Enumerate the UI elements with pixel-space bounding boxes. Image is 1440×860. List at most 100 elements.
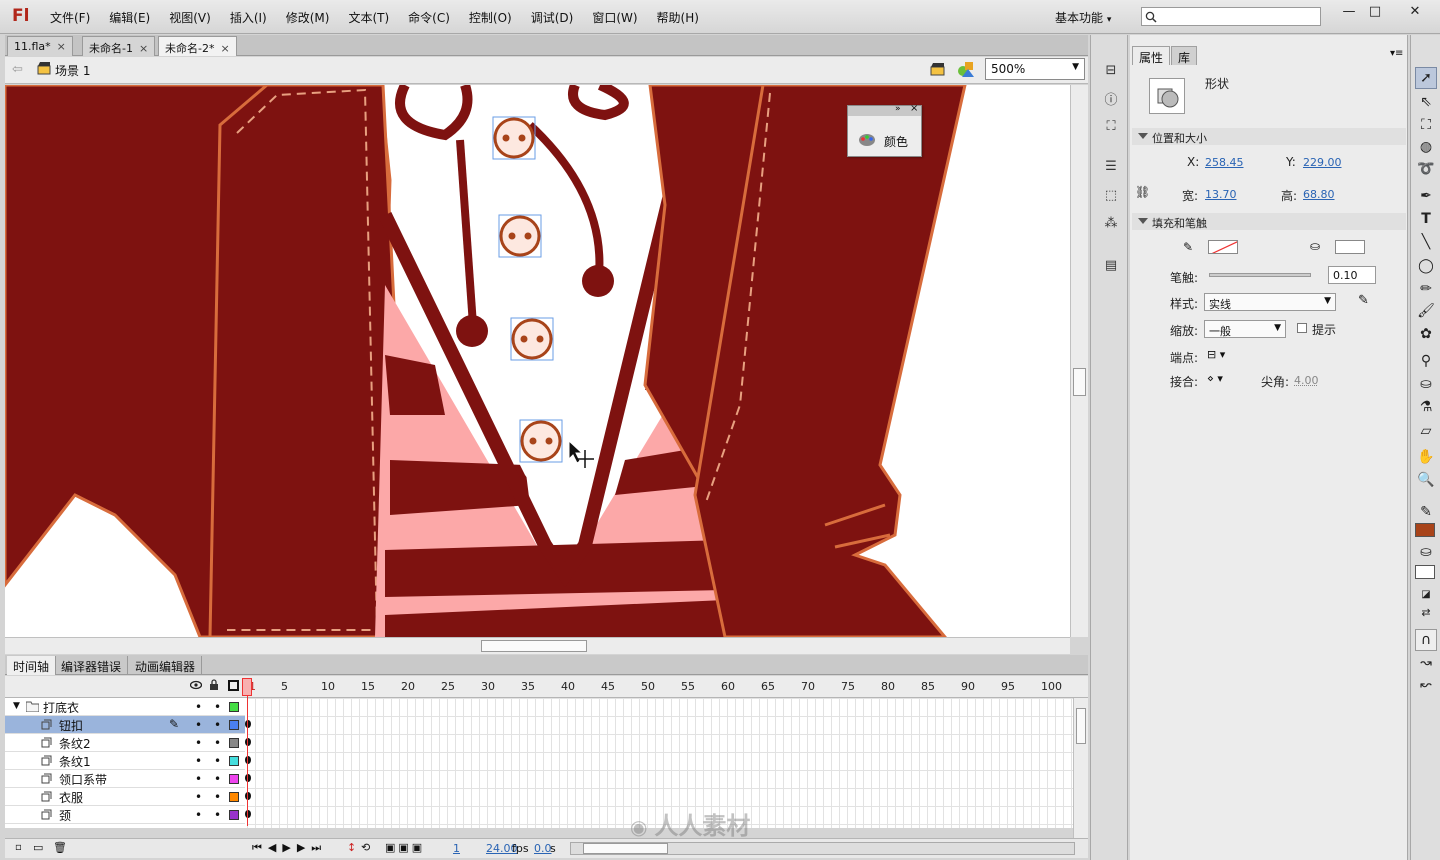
layer-color-swatch[interactable] xyxy=(229,738,239,748)
tab-library[interactable]: 库 xyxy=(1171,46,1198,65)
visible-dot[interactable]: • xyxy=(195,718,202,732)
free-transform-tool-icon[interactable]: ⛶ xyxy=(1415,114,1437,136)
bone-tool-icon[interactable]: ⚲ xyxy=(1415,350,1437,372)
smooth-icon[interactable]: ↝ xyxy=(1415,652,1437,674)
visible-dot[interactable]: • xyxy=(195,754,202,768)
fill-color-swatch[interactable] xyxy=(1335,240,1365,254)
section-fill-stroke[interactable]: 填充和笔触 xyxy=(1132,213,1406,230)
delete-layer-icon[interactable]: 🗑 xyxy=(53,841,67,854)
frame-number[interactable]: 85 xyxy=(921,680,935,693)
close-icon[interactable]: × xyxy=(57,40,66,53)
layer-color-swatch[interactable] xyxy=(229,792,239,802)
frame-number[interactable]: 65 xyxy=(761,680,775,693)
x-value[interactable]: 258.45 xyxy=(1205,156,1244,169)
oval-tool-icon[interactable]: ◯ xyxy=(1415,255,1437,277)
stage-horizontal-scrollbar[interactable] xyxy=(5,637,1070,654)
playback-controls[interactable]: ⏮◀▶▶⏭ xyxy=(252,841,327,855)
new-folder-icon[interactable]: ▭ xyxy=(33,841,43,854)
lock-dot[interactable]: • xyxy=(214,718,221,732)
menu-window[interactable]: 窗口(W) xyxy=(592,9,637,26)
visible-dot[interactable]: • xyxy=(195,790,202,804)
cap-select[interactable]: ⊟ ▾ xyxy=(1207,348,1225,361)
frame-number[interactable]: 55 xyxy=(681,680,695,693)
fill-color-well[interactable] xyxy=(1415,565,1435,579)
back-arrow-icon[interactable]: ⇦ xyxy=(12,62,23,77)
close-icon[interactable]: × xyxy=(220,42,229,55)
stage-vertical-scrollbar[interactable] xyxy=(1070,85,1088,637)
frame-number[interactable]: 100 xyxy=(1041,680,1062,693)
project-icon[interactable]: ▤ xyxy=(1101,255,1121,275)
doc-tab-untitled-2[interactable]: 未命名-2* × xyxy=(158,36,237,56)
layer-color-swatch[interactable] xyxy=(229,702,239,712)
edit-stroke-style-icon[interactable]: ✎ xyxy=(1358,293,1369,308)
style-select[interactable]: 实线 ▼ xyxy=(1204,293,1336,311)
lock-icon[interactable] xyxy=(209,679,219,694)
doc-tab-untitled-1[interactable]: 未命名-1 × xyxy=(82,36,156,56)
edit-symbols-icon[interactable] xyxy=(957,60,975,81)
frame-number[interactable]: 15 xyxy=(361,680,375,693)
playhead[interactable] xyxy=(242,676,252,826)
timeline-vertical-scrollbar[interactable] xyxy=(1073,698,1088,838)
info-icon[interactable]: ⓘ xyxy=(1101,88,1121,108)
straighten-icon[interactable]: ↜ xyxy=(1415,674,1437,696)
frame-number[interactable]: 45 xyxy=(601,680,615,693)
expand-triangle-icon[interactable]: ▼ xyxy=(13,701,20,711)
stroke-input[interactable]: 0.10 xyxy=(1328,266,1376,284)
align-icon[interactable]: ⊟ xyxy=(1101,60,1121,80)
menu-commands[interactable]: 命令(C) xyxy=(408,9,450,26)
text-tool-icon[interactable]: T xyxy=(1415,208,1437,230)
frame-number[interactable]: 80 xyxy=(881,680,895,693)
menu-view[interactable]: 视图(V) xyxy=(169,9,211,26)
frame-number[interactable]: 95 xyxy=(1001,680,1015,693)
menu-debug[interactable]: 调试(D) xyxy=(531,9,574,26)
scroll-thumb[interactable] xyxy=(1073,368,1086,396)
deco-tool-icon[interactable]: ✿ xyxy=(1415,323,1437,345)
panel-menu-icon[interactable]: ▾≡ xyxy=(1390,48,1403,59)
components-icon[interactable]: ⬚ xyxy=(1101,185,1121,205)
frame-number[interactable]: 40 xyxy=(561,680,575,693)
subselection-tool-icon[interactable]: ⇖ xyxy=(1415,91,1437,113)
link-icon[interactable]: ⛓ xyxy=(1135,185,1150,199)
timeline-horizontal-scrollbar[interactable] xyxy=(570,842,1075,855)
y-value[interactable]: 229.00 xyxy=(1303,156,1342,169)
join-select[interactable]: ⋄ ▾ xyxy=(1207,372,1223,385)
frame-number[interactable]: 90 xyxy=(961,680,975,693)
elapsed-time[interactable]: 0.0 xyxy=(534,842,552,855)
stroke-slider[interactable] xyxy=(1209,273,1311,277)
scene-label[interactable]: 场景 1 xyxy=(55,62,90,79)
scroll-thumb[interactable] xyxy=(481,640,587,652)
lock-dot[interactable]: • xyxy=(214,808,221,822)
frame-number[interactable]: 25 xyxy=(441,680,455,693)
menu-modify[interactable]: 修改(M) xyxy=(286,9,330,26)
layer-color-swatch[interactable] xyxy=(229,756,239,766)
section-position-size[interactable]: 位置和大小 xyxy=(1132,128,1406,145)
visible-dot[interactable]: • xyxy=(195,772,202,786)
lock-dot[interactable]: • xyxy=(214,754,221,768)
scale-select[interactable]: 一般 ▼ xyxy=(1204,320,1286,338)
frame-number[interactable]: 30 xyxy=(481,680,495,693)
tab-properties[interactable]: 属性 xyxy=(1132,46,1171,65)
layer-row[interactable]: 条纹1 • • xyxy=(5,752,251,770)
menu-control[interactable]: 控制(O) xyxy=(469,9,512,26)
miter-value[interactable]: 4.00 xyxy=(1294,374,1319,387)
close-icon[interactable]: × xyxy=(139,42,148,55)
layer-row[interactable]: 衣服 • • xyxy=(5,788,251,806)
frame-ruler[interactable]: 1 5 10 15 20 25 30 35 40 45 50 55 60 65 70 75 80 85 90 95 10… xyxy=(245,676,1085,698)
frame-number[interactable]: 75 xyxy=(841,680,855,693)
tab-compiler-errors[interactable]: 编译器错误 xyxy=(55,656,129,675)
edit-scene-icon[interactable] xyxy=(930,61,946,80)
close-icon[interactable]: × xyxy=(910,103,918,114)
layer-row[interactable]: 领口系带 • • xyxy=(5,770,251,788)
center-frame-icon[interactable]: ↕ xyxy=(347,841,356,854)
eye-icon[interactable] xyxy=(189,679,203,693)
stage-canvas[interactable] xyxy=(5,85,1070,637)
current-frame[interactable]: 1 xyxy=(453,842,460,855)
onion-skin-icons[interactable]: ▣▣▣ xyxy=(385,841,425,854)
stroke-color-swatch[interactable] xyxy=(1208,240,1238,254)
scroll-thumb[interactable] xyxy=(583,843,668,854)
frame-number[interactable]: 20 xyxy=(401,680,415,693)
frame-number[interactable]: 70 xyxy=(801,680,815,693)
layer-color-swatch[interactable] xyxy=(229,774,239,784)
layer-color-swatch[interactable] xyxy=(229,810,239,820)
lasso-tool-icon[interactable]: ➰ xyxy=(1415,158,1437,180)
